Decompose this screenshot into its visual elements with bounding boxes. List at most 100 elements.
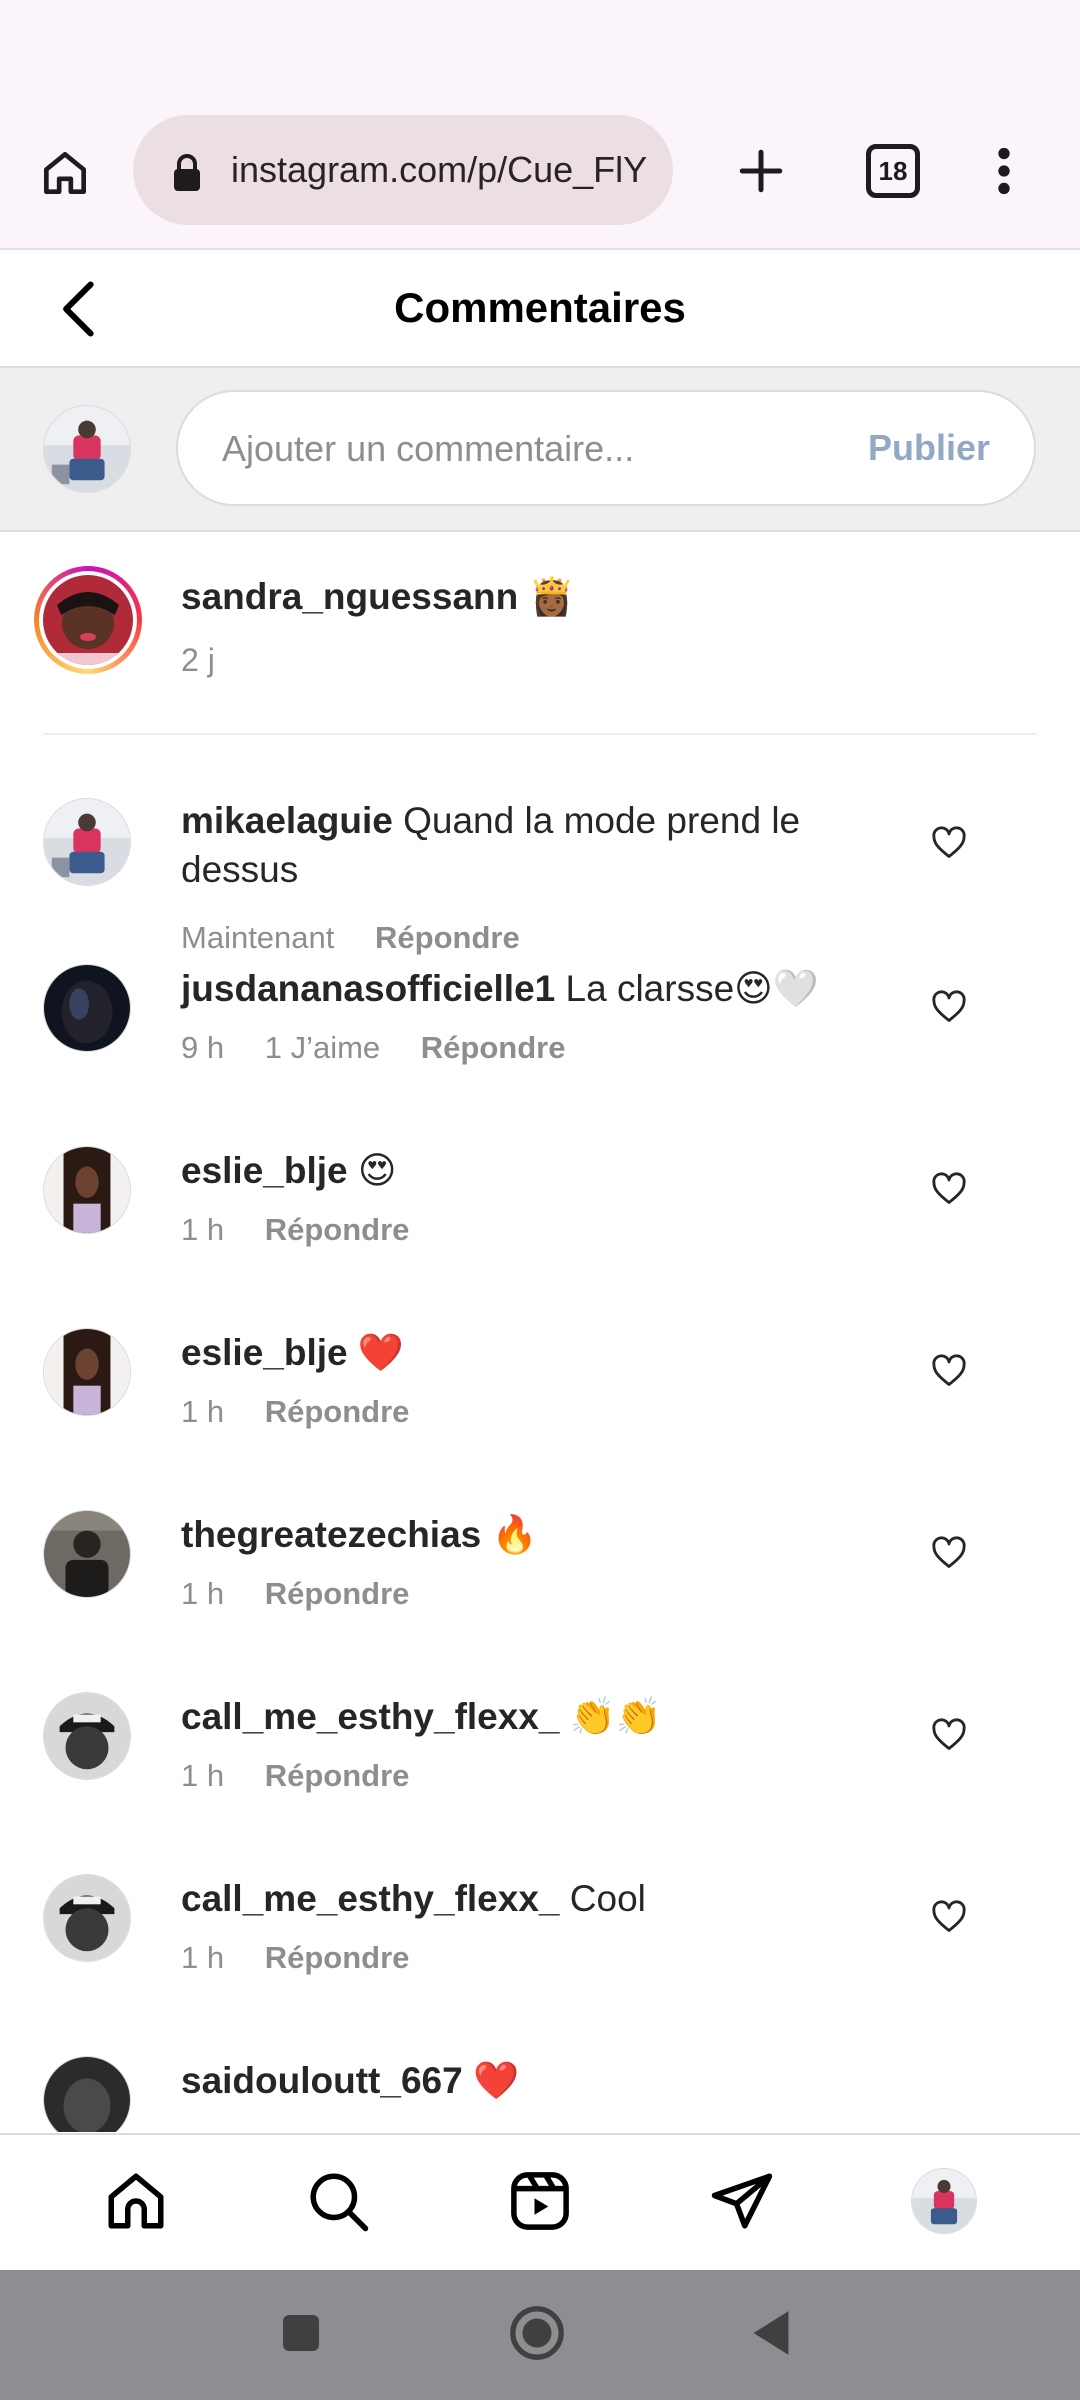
reply-button[interactable]: Répondre	[265, 1576, 410, 1611]
comment-time: 1 h	[181, 1212, 225, 1247]
comment-text: saidouloutt_667 ❤️	[181, 2056, 881, 2105]
status-bar	[0, 0, 1080, 110]
direct-message-icon	[711, 2173, 773, 2229]
comment-username[interactable]: call_me_esthy_flexx_	[181, 1696, 560, 1737]
more-vertical-icon	[998, 147, 1010, 195]
comment-time: 1 h	[181, 1758, 225, 1793]
comment-meta: 9 h 1 J’aime Répondre	[181, 1030, 597, 1066]
comment-username[interactable]: eslie_blje	[181, 1150, 348, 1191]
comment-username[interactable]: eslie_blje	[181, 1332, 348, 1373]
comment-time: 1 h	[181, 1940, 225, 1975]
reply-button[interactable]: Répondre	[421, 1030, 566, 1065]
comments-header: Commentaires	[0, 250, 1080, 368]
comment-text: call_me_esthy_flexx_ Cool	[181, 1874, 881, 1923]
address-bar[interactable]: instagram.com/p/Cue_FlY	[133, 115, 673, 225]
bottom-navigation	[0, 2133, 1080, 2271]
comment-content: Cool	[569, 1878, 646, 1919]
publish-button[interactable]: Publier	[868, 392, 990, 504]
nav-reels[interactable]	[504, 2165, 576, 2237]
like-heart-icon[interactable]	[930, 1716, 968, 1754]
like-heart-icon[interactable]	[930, 1534, 968, 1572]
like-heart-icon[interactable]	[930, 1898, 968, 1936]
browser-home-button[interactable]	[32, 140, 98, 206]
author-username[interactable]: sandra_nguessann 👸🏾	[181, 576, 575, 619]
reply-button[interactable]: Répondre	[375, 920, 520, 955]
nav-home[interactable]	[100, 2165, 172, 2237]
home-icon	[108, 2173, 164, 2229]
comment-input-wrapper: Publier	[176, 390, 1036, 506]
circle-icon	[510, 2306, 564, 2360]
nav-direct[interactable]	[706, 2165, 778, 2237]
commenter-avatar[interactable]	[43, 964, 131, 1052]
tab-switcher-button[interactable]: 18	[858, 136, 928, 206]
system-navigation-bar	[0, 2270, 1080, 2400]
current-user-avatar	[43, 405, 131, 493]
triangle-back-icon	[753, 2311, 789, 2355]
comment-text: thegreatezechias 🔥	[181, 1510, 881, 1559]
commenter-avatar[interactable]	[43, 798, 131, 886]
comment-meta: 1 h Répondre	[181, 1940, 441, 1976]
comment-content: 👏👏	[569, 1696, 662, 1737]
commenter-avatar[interactable]	[43, 1692, 131, 1780]
comment-time: 9 h	[181, 1030, 225, 1065]
commenter-avatar[interactable]	[43, 1510, 131, 1598]
commenter-avatar[interactable]	[43, 1328, 131, 1416]
comment-content: ❤️	[357, 1332, 404, 1373]
commenter-avatar[interactable]	[43, 1874, 131, 1962]
comment-username[interactable]: call_me_esthy_flexx_	[181, 1878, 560, 1919]
comment-list: mikaelaguie Quand la mode prend le dessu…	[0, 736, 1080, 2132]
comment-meta: 1 h Répondre	[181, 1212, 441, 1248]
comment-time: 1 h	[181, 1394, 225, 1429]
author-story-ring[interactable]	[34, 566, 142, 674]
comment-username[interactable]: jusdananasofficielle1	[181, 968, 555, 1009]
reply-button[interactable]: Répondre	[265, 1394, 410, 1429]
comment-username[interactable]: saidouloutt_667	[181, 2060, 463, 2101]
like-heart-icon[interactable]	[930, 824, 968, 862]
like-heart-icon[interactable]	[930, 1352, 968, 1390]
comment-meta: 1 h Répondre	[181, 1758, 441, 1794]
comment-meta: 1 h Répondre	[181, 1576, 441, 1612]
comment-time: 1 h	[181, 1576, 225, 1611]
new-tab-button[interactable]	[728, 138, 794, 204]
url-text: instagram.com/p/Cue_FlY	[231, 149, 648, 190]
nav-search[interactable]	[302, 2165, 374, 2237]
comment-time: Maintenant	[181, 920, 335, 955]
comment-content: ❤️	[472, 2060, 520, 2101]
lock-icon	[167, 147, 207, 193]
reply-button[interactable]: Répondre	[265, 1212, 410, 1247]
comment-content: La clarsse😍🤍	[565, 968, 819, 1009]
system-back-button[interactable]	[738, 2300, 804, 2366]
browser-toolbar: instagram.com/p/Cue_FlY 18	[0, 110, 1080, 250]
comment-text: mikaelaguie Quand la mode prend le dessu…	[181, 796, 881, 894]
comment-content: 😍	[357, 1150, 397, 1191]
comment-text: call_me_esthy_flexx_ 👏👏	[181, 1692, 881, 1741]
comment-input[interactable]	[220, 392, 824, 506]
reels-icon	[511, 2172, 569, 2230]
home-icon	[44, 152, 86, 195]
author-avatar	[43, 575, 133, 665]
comment-username[interactable]: thegreatezechias	[181, 1514, 481, 1555]
system-home-button[interactable]	[502, 2298, 572, 2368]
profile-avatar	[911, 2168, 977, 2234]
comment-composer: Publier	[0, 368, 1080, 532]
comment-username[interactable]: mikaelaguie	[181, 800, 393, 841]
comment-meta: Maintenant Répondre	[181, 920, 552, 956]
commenter-avatar[interactable]	[43, 2056, 131, 2132]
search-icon	[310, 2173, 369, 2232]
divider	[43, 733, 1037, 735]
comment-text: eslie_blje ❤️	[181, 1328, 881, 1377]
commenter-avatar[interactable]	[43, 1146, 131, 1234]
reply-button[interactable]: Répondre	[265, 1940, 410, 1975]
like-heart-icon[interactable]	[930, 1170, 968, 1208]
plus-icon	[739, 149, 783, 193]
square-icon	[283, 2315, 319, 2351]
browser-menu-button[interactable]	[976, 136, 1032, 206]
comment-text: jusdananasofficielle1 La clarsse😍🤍	[181, 964, 881, 1013]
like-heart-icon[interactable]	[930, 988, 968, 1026]
page-title: Commentaires	[394, 284, 686, 331]
recents-button[interactable]	[268, 2300, 334, 2366]
comment-likes[interactable]: 1 J’aime	[265, 1030, 380, 1065]
reply-button[interactable]: Répondre	[265, 1758, 410, 1793]
comment-text: eslie_blje 😍	[181, 1146, 881, 1195]
nav-profile[interactable]	[908, 2165, 980, 2237]
